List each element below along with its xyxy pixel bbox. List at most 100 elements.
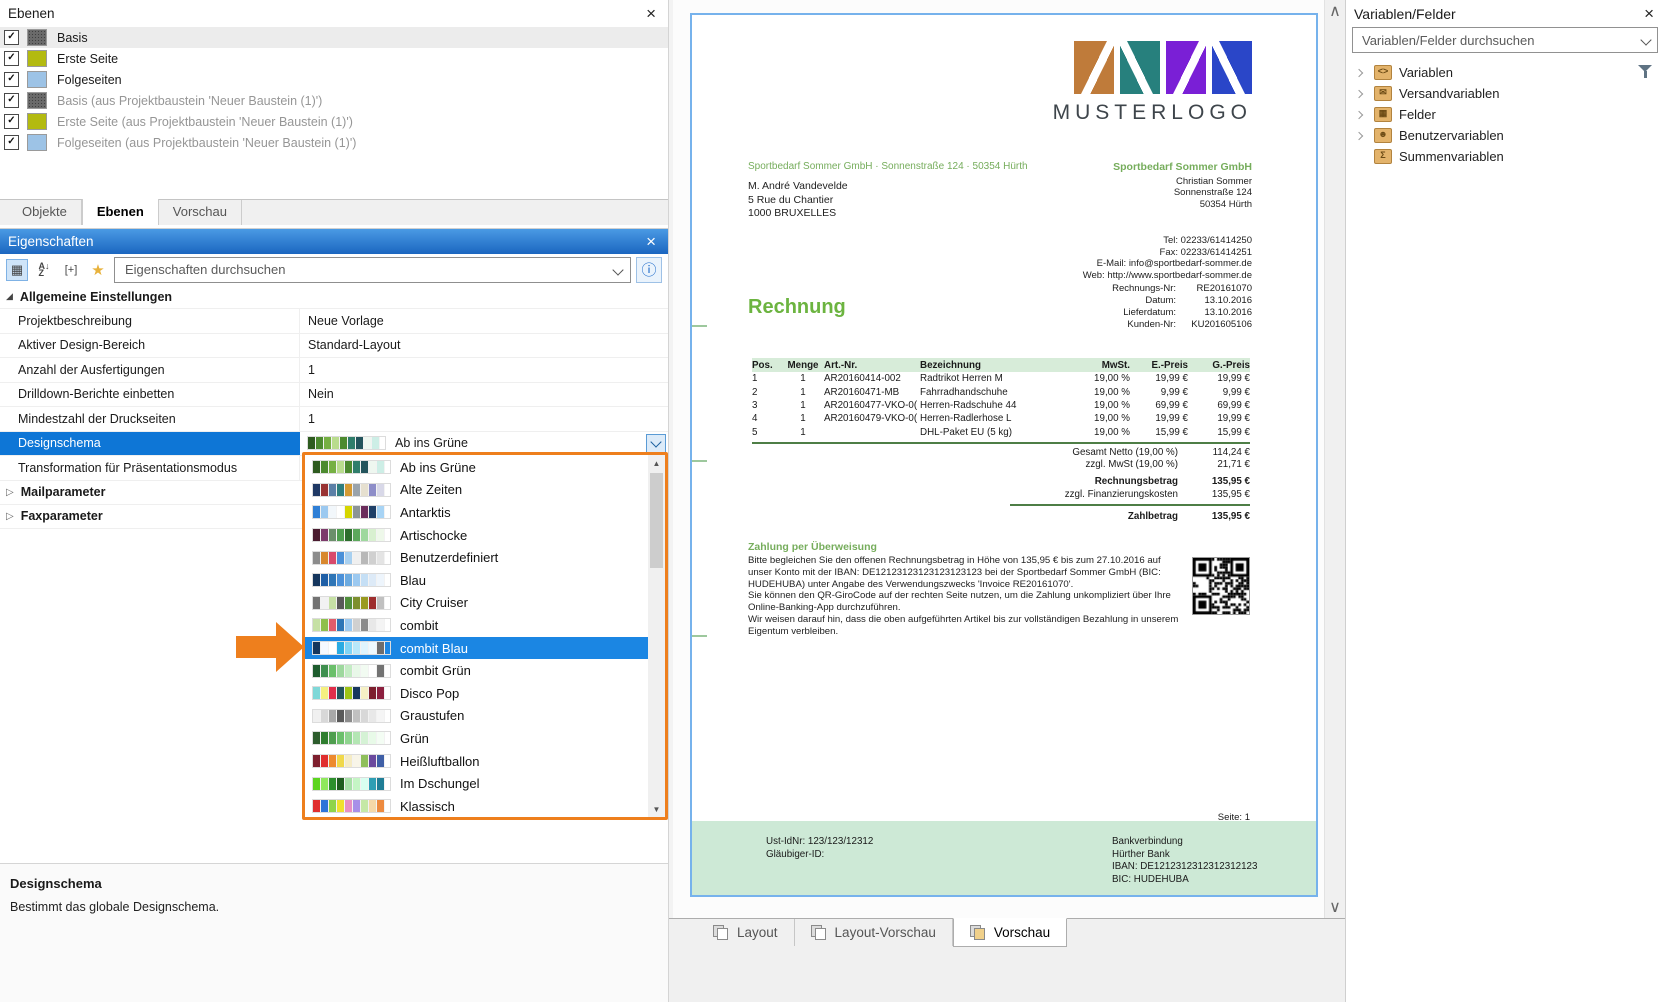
- preview-canvas: MUSTERLOGO Sportbedarf Sommer GmbH · Son…: [673, 0, 1325, 918]
- variables-tree: <> Variablen ✉ Versandvariablen ▦ Felder…: [1346, 62, 1664, 167]
- table-cell: DHL-Paket EU (5 kg): [920, 427, 1080, 438]
- table-cell: 1: [782, 400, 824, 411]
- table-cell: 1: [782, 413, 824, 424]
- company-contact-line: Web: http://www.sportbedarf-sommer.de: [1083, 270, 1252, 282]
- total-label: Gesamt Netto (19,00 %): [952, 447, 1178, 459]
- scrollbar-thumb[interactable]: [650, 473, 663, 568]
- table-cell: 19,00 %: [1080, 373, 1130, 384]
- variables-search-input[interactable]: [1360, 32, 1636, 49]
- sort-az-icon[interactable]: A↓Z: [33, 259, 55, 281]
- info-icon[interactable]: ⓘ: [636, 257, 662, 283]
- view-tab-vorschau[interactable]: Vorschau: [953, 918, 1067, 947]
- designschema-option[interactable]: Benutzerdefiniert: [305, 546, 648, 569]
- favorites-star-icon[interactable]: ★: [87, 259, 109, 281]
- chevron-down-icon[interactable]: [612, 264, 623, 275]
- scheme-label: Im Dschungel: [400, 776, 479, 791]
- scheme-label: combit Blau: [400, 641, 468, 656]
- layer-checkbox[interactable]: ✓: [4, 135, 19, 150]
- preview-scrollbar[interactable]: ∧ ∨: [1324, 0, 1345, 918]
- designschema-option[interactable]: Disco Pop: [305, 682, 648, 705]
- scroll-down-icon[interactable]: ▼: [648, 801, 665, 817]
- panel-tab-objekte[interactable]: Objekte: [8, 200, 82, 225]
- invoice-page[interactable]: MUSTERLOGO Sportbedarf Sommer GmbH · Son…: [690, 13, 1318, 897]
- close-icon[interactable]: ×: [1644, 6, 1654, 21]
- meta-row: Lieferdatum: 13.10.2016: [1112, 307, 1252, 319]
- property-row[interactable]: Aktiver Design-Bereich Standard-Layout: [0, 334, 668, 359]
- preview-region: MUSTERLOGO Sportbedarf Sommer GmbH · Son…: [668, 0, 1345, 1002]
- layer-row[interactable]: ✓ Folgeseiten: [0, 69, 668, 90]
- close-icon[interactable]: ×: [646, 6, 656, 21]
- scheme-label: Blau: [400, 573, 426, 588]
- logo-tile: [1166, 41, 1206, 94]
- designschema-option[interactable]: Klassisch: [305, 795, 648, 818]
- layer-row[interactable]: ✓ Basis: [0, 27, 668, 48]
- scroll-down-icon[interactable]: ∨: [1325, 898, 1345, 916]
- panel-tab-vorschau[interactable]: Vorschau: [159, 200, 242, 225]
- layer-row[interactable]: ✓ Erste Seite (aus Projektbaustein 'Neue…: [0, 111, 668, 132]
- layer-checkbox[interactable]: ✓: [4, 72, 19, 87]
- meta-value: 13.10.2016: [1176, 295, 1252, 307]
- tree-item-felder[interactable]: ▦ Felder: [1346, 104, 1664, 125]
- categorized-view-icon[interactable]: ▦: [6, 259, 28, 281]
- close-icon[interactable]: ×: [646, 234, 656, 249]
- designschema-option[interactable]: City Cruiser: [305, 592, 648, 615]
- filter-icon[interactable]: [1638, 65, 1652, 78]
- table-cell: 1: [782, 387, 824, 398]
- designschema-option[interactable]: combit Blau: [305, 637, 648, 660]
- layer-checkbox[interactable]: ✓: [4, 93, 19, 108]
- layer-checkbox[interactable]: ✓: [4, 51, 19, 66]
- property-row[interactable]: Projektbeschreibung Neue Vorlage: [0, 309, 668, 334]
- properties-panel-title: Eigenschaften: [8, 234, 94, 249]
- total-value: 21,71 €: [1178, 459, 1250, 471]
- property-row[interactable]: Mindestzahl der Druckseiten 1: [0, 407, 668, 432]
- property-row[interactable]: Anzahl der Ausfertigungen 1: [0, 358, 668, 383]
- designschema-option[interactable]: Ab ins Grüne: [305, 456, 648, 479]
- layer-checkbox[interactable]: ✓: [4, 114, 19, 129]
- table-cell: 19,00 %: [1080, 400, 1130, 411]
- combo-open-button[interactable]: [646, 434, 666, 454]
- designschema-option[interactable]: Blau: [305, 569, 648, 592]
- invoice-table: Pos.MengeArt.-Nr.BezeichnungMwSt.E.-Prei…: [752, 358, 1250, 439]
- tree-expander-icon[interactable]: [1356, 91, 1368, 97]
- designschema-option[interactable]: combit Grün: [305, 659, 648, 682]
- layer-checkbox[interactable]: ✓: [4, 30, 19, 45]
- layer-row[interactable]: ✓ Basis (aus Projektbaustein 'Neuer Baus…: [0, 90, 668, 111]
- layer-row[interactable]: ✓ Erste Seite: [0, 48, 668, 69]
- expand-all-icon[interactable]: [+]: [60, 259, 82, 281]
- scheme-label: Benutzerdefiniert: [400, 550, 498, 565]
- properties-search-input[interactable]: [123, 261, 614, 278]
- scheme-palette: [313, 529, 390, 541]
- designschema-option[interactable]: Im Dschungel: [305, 772, 648, 795]
- property-row[interactable]: Drilldown-Berichte einbetten Nein: [0, 383, 668, 408]
- property-label: Transformation für Präsentationsmodus: [0, 456, 300, 480]
- tree-item-summenvariablen[interactable]: Σ Summenvariablen: [1346, 146, 1664, 167]
- panel-tab-ebenen[interactable]: Ebenen: [82, 199, 159, 225]
- designschema-option[interactable]: Alte Zeiten: [305, 479, 648, 502]
- view-tab-layout[interactable]: Layout: [697, 919, 795, 946]
- table-cell: 1: [782, 373, 824, 384]
- tree-item-versandvariablen[interactable]: ✉ Versandvariablen: [1346, 83, 1664, 104]
- designschema-option[interactable]: Heißluftballon: [305, 750, 648, 773]
- layer-row[interactable]: ✓ Folgeseiten (aus Projektbaustein 'Neue…: [0, 132, 668, 153]
- fields-icon: ▦: [1374, 107, 1392, 122]
- designschema-option[interactable]: Artischocke: [305, 524, 648, 547]
- section-allgemeine-einstellungen[interactable]: ◢ Allgemeine Einstellungen: [0, 285, 668, 309]
- tree-expander-icon[interactable]: [1356, 70, 1368, 76]
- tree-item-variablen[interactable]: <> Variablen: [1346, 62, 1664, 83]
- scheme-label: Ab ins Grüne: [400, 460, 476, 475]
- dropdown-scrollbar[interactable]: ▲ ▼: [648, 455, 665, 817]
- tree-expander-icon[interactable]: [1356, 133, 1368, 139]
- scroll-up-icon[interactable]: ▲: [648, 455, 665, 471]
- tree-item-benutzervariablen[interactable]: ☻ Benutzervariablen: [1346, 125, 1664, 146]
- tree-expander-icon[interactable]: [1356, 112, 1368, 118]
- zahlbetrag-label: Zahlbetrag: [952, 511, 1178, 522]
- view-tab-layout-vorschau[interactable]: Layout-Vorschau: [795, 919, 953, 946]
- designschema-option[interactable]: combit: [305, 614, 648, 637]
- designschema-option[interactable]: Graustufen: [305, 705, 648, 728]
- chevron-down-icon[interactable]: [1640, 34, 1651, 45]
- properties-toolbar: ▦ A↓Z [+] ★ ⓘ: [0, 254, 668, 285]
- meta-value: RE20161070: [1176, 283, 1252, 295]
- designschema-option[interactable]: Antarktis: [305, 501, 648, 524]
- designschema-option[interactable]: Grün: [305, 727, 648, 750]
- scroll-up-icon[interactable]: ∧: [1325, 2, 1345, 20]
